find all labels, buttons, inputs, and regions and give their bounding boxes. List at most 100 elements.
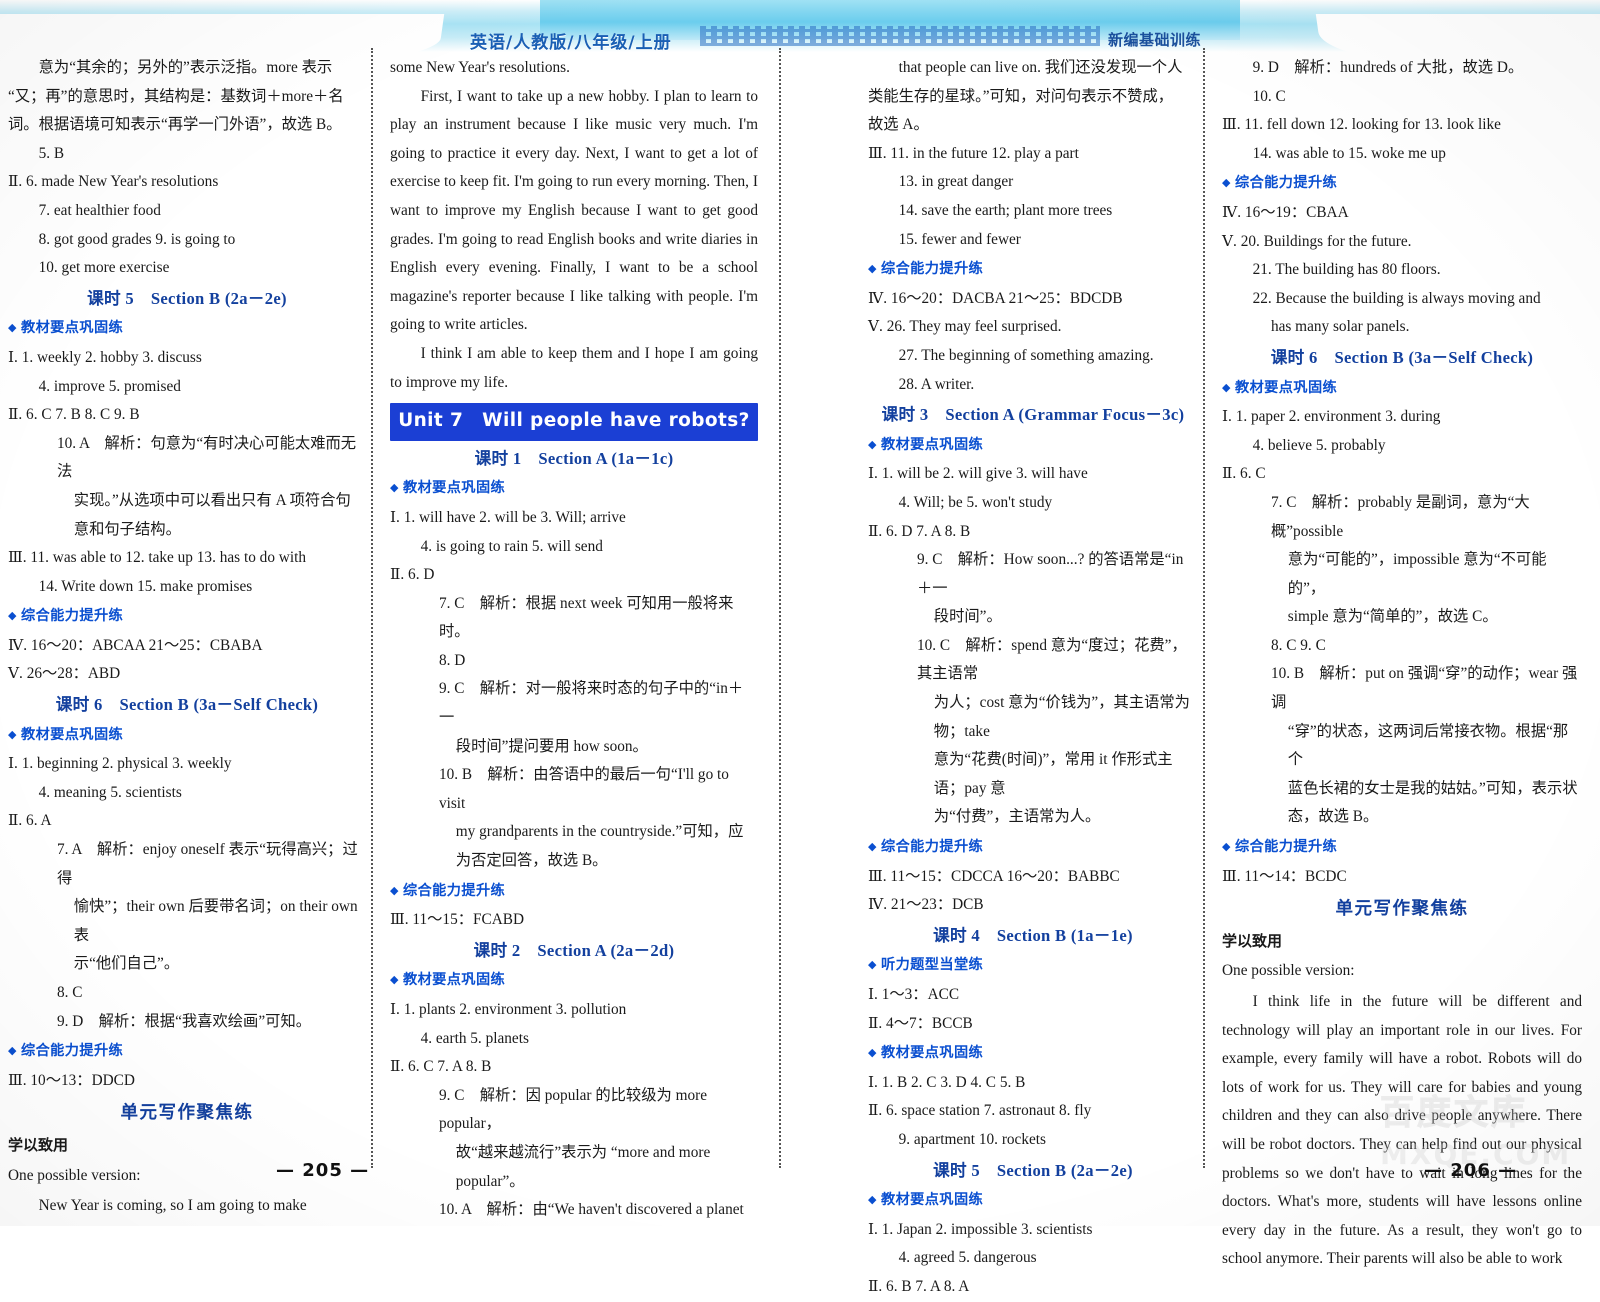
answer-line: Ⅲ. 11. in the future 12. play a part xyxy=(868,144,1079,162)
answer-line: 4. agreed 5. dangerous xyxy=(898,1249,1037,1267)
answer-line: Ⅳ. 16～19：CBAA xyxy=(1222,203,1349,221)
explanation-line: my grandparents in the countryside.”可知，应 xyxy=(455,823,744,841)
lesson-title-keshi-6: 课时 6 Section B (3a－Self Check) xyxy=(1270,347,1534,367)
answer-line: Ⅱ. 6. made New Year's resolutions xyxy=(8,173,219,191)
answer-column-4: 9. D 解析：hundreds of 大批，故选 D。 10. C Ⅲ. 11… xyxy=(1222,54,1582,1267)
explanation-line: popular”。 xyxy=(455,1172,525,1190)
explanation-line: “又；再”的意思时，其结构是：基数词＋more＋名 xyxy=(8,87,344,105)
column-separator-1 xyxy=(371,48,373,1168)
answer-line: Ⅰ. 1. will have 2. will be 3. Will; arri… xyxy=(390,508,626,526)
answer-line: Ⅱ. 4～7：BCCB xyxy=(868,1014,973,1032)
explanation-line: 9. D 解析：根据“我喜欢绘画”可知。 xyxy=(56,1012,312,1030)
answer-line: Ⅴ. 26. They may feel surprised. xyxy=(868,318,1062,336)
lesson-title-keshi-3: 课时 3 Section A (Grammar Focus－3c) xyxy=(881,405,1185,425)
answer-column-3: that people can live on. 我们还没发现一个人 类能生存的… xyxy=(868,54,1198,1295)
explanation-line: 为人；cost 意为“价钱为”，其主语常为物；take xyxy=(933,694,1190,740)
column-separator-3 xyxy=(1203,48,1205,1168)
explanation-line: 9. C 解析：因 popular 的比较级为 more popular， xyxy=(438,1086,708,1133)
section-heading-zonghe: 综合能力提升练 xyxy=(868,833,1198,862)
explanation-line: 蓝色长裙的女士是我的姑姑。”可知，表示状 xyxy=(1287,779,1578,797)
answer-line: has many solar panels. xyxy=(1270,318,1410,336)
unit-banner-unit7: Unit 7 Will people have robots? xyxy=(390,403,758,441)
explanation-line: 类能生存的星球。”可知，对问句表示不赞成， xyxy=(868,87,1174,105)
explanation-line: simple 意为“简单的”，故选 C。 xyxy=(1287,608,1498,626)
answer-line: Ⅰ. 1～3：ACC xyxy=(868,986,960,1003)
answer-line: 9. apartment 10. rockets xyxy=(898,1130,1046,1148)
explanation-line: 段时间”。 xyxy=(933,608,1002,626)
answer-line: 4. improve 5. promised xyxy=(38,377,181,395)
answer-line: Ⅰ. 1. plants 2. environment 3. pollution xyxy=(390,1001,627,1018)
writing-focus-title: 单元写作聚焦练 xyxy=(1335,899,1469,920)
answer-line: Ⅳ. 21～23：DCB xyxy=(868,896,984,914)
answer-line: Ⅱ. 6. space station 7. astronaut 8. fly xyxy=(868,1102,1092,1120)
column-separator-2 xyxy=(779,48,781,1168)
explanation-line: 10. B 解析：由答语中的最后一句“I'll go to visit xyxy=(438,766,729,812)
answer-line: Ⅳ. 16～20：ABCAA 21～25：CBABA xyxy=(8,636,263,654)
answer-line: 13. in great danger xyxy=(898,173,1014,191)
section-heading-jiaocai: 教材要点巩固练 xyxy=(8,314,366,343)
section-heading-jiaocai: 教材要点巩固练 xyxy=(1222,374,1582,403)
section-heading-zonghe: 综合能力提升练 xyxy=(8,602,366,631)
explanation-line: “穿”的状态，这两词后常接衣物。根据“那个 xyxy=(1287,722,1569,769)
answer-line: Ⅴ. 20. Buildings for the future. xyxy=(1222,232,1412,250)
header-white-swoosh-left xyxy=(0,14,445,52)
answer-line: 10. get more exercise xyxy=(38,259,170,277)
answer-line: Ⅲ. 10～13：DDCD xyxy=(8,1071,135,1089)
explanation-line: 词。根据语境可知表示“再学一门外语”，故选 B。 xyxy=(8,116,342,134)
answer-line: 7. eat healthier food xyxy=(38,201,161,219)
explanation-line: 10. A 解析：由“We haven't discovered a plane… xyxy=(438,1201,744,1219)
lesson-title-keshi-1: 课时 1 Section A (1a－1c) xyxy=(474,448,674,468)
answer-line: Ⅳ. 16～20：DACBA 21～25：BDCDB xyxy=(868,289,1123,307)
explanation-line: 为“付费”，主语常为人。 xyxy=(933,808,1101,826)
lesson-title-keshi-6: 课时 6 Section B (3a－Self Check) xyxy=(55,695,319,715)
answer-line: 8. C 9. C xyxy=(1270,636,1326,654)
answer-line: Ⅱ. 6. C xyxy=(1222,465,1266,483)
section-heading-jiaocai: 教材要点巩固练 xyxy=(390,474,758,503)
header-title: 英语/人教版/八年级/上册 xyxy=(470,33,672,52)
page-header: 英语/人教版/八年级/上册 新编基础训练 xyxy=(0,0,1600,52)
explanation-line: 10. A 解析：句意为“有时决心可能太难而无法 xyxy=(56,434,357,481)
explanation-line: 段时间”提问要用 how soon。 xyxy=(455,737,648,755)
answer-line: 5. B xyxy=(38,144,65,162)
essay-continuation-line: some New Year's resolutions. xyxy=(390,59,570,76)
section-heading-jiaocai: 教材要点巩固练 xyxy=(868,1039,1198,1068)
answer-line: Ⅱ. 6. D xyxy=(390,566,435,584)
answer-line: Ⅰ. 1. paper 2. environment 3. during xyxy=(1222,408,1441,426)
header-dot-pattern xyxy=(700,26,1100,46)
section-heading-tingli: 听力题型当堂练 xyxy=(868,951,1198,980)
answer-line: Ⅲ. 11. fell down 12. looking for 13. loo… xyxy=(1222,116,1501,134)
answer-column-2: some New Year's resolutions. First, I wa… xyxy=(390,54,758,1218)
answer-line: Ⅴ. 26～28：ABD xyxy=(8,665,121,683)
section-heading-jiaocai: 教材要点巩固练 xyxy=(8,721,366,750)
section-heading-jiaocai: 教材要点巩固练 xyxy=(868,1186,1198,1215)
explanation-line: 9. C 解析：对一般将来时态的句子中的“in＋一 xyxy=(438,680,744,727)
section-heading-zonghe: 综合能力提升练 xyxy=(868,255,1198,284)
section-heading-zonghe: 综合能力提升练 xyxy=(8,1037,366,1066)
answer-line: 4. believe 5. probably xyxy=(1252,436,1386,454)
answer-line: 10. C xyxy=(1252,87,1286,105)
explanation-line: 态，故选 B。 xyxy=(1287,808,1379,826)
answer-line: Ⅰ. 1. weekly 2. hobby 3. discuss xyxy=(8,348,202,366)
answer-line: 14. was able to 15. woke me up xyxy=(1252,144,1446,162)
explanation-line: 意和句子结构。 xyxy=(73,520,181,538)
answer-line: 4. is going to rain 5. will send xyxy=(420,537,603,555)
answer-line: Ⅱ. 6. B 7. A 8. A xyxy=(868,1277,970,1295)
answer-line: Ⅱ. 6. C 7. B 8. C 9. B xyxy=(8,406,140,424)
answer-line: 8. C xyxy=(56,984,83,1001)
answer-line: Ⅲ. 11～15：CDCCA 16～20：BABBC xyxy=(868,867,1120,885)
answer-line: 8. D xyxy=(438,651,466,669)
answer-line: Ⅲ. 11. was able to 12. take up 13. has t… xyxy=(8,549,306,567)
header-brand: 新编基础训练 xyxy=(1108,31,1202,49)
answer-line: Ⅲ. 11～15：FCABD xyxy=(390,911,525,929)
explanation-line: 9. D 解析：hundreds of 大批，故选 D。 xyxy=(1252,59,1524,76)
explanation-line: that people can live on. 我们还没发现一个人 xyxy=(898,59,1183,76)
answer-line: 15. fewer and fewer xyxy=(898,230,1021,248)
explanation-line: 意为“花费(时间)”，常用 it 作形式主语；pay 意 xyxy=(933,751,1173,797)
answer-line: Ⅰ. 1. beginning 2. physical 3. weekly xyxy=(8,755,232,773)
explanation-line: 7. C 解析：probably 是副词，意为“大概”possible xyxy=(1270,493,1530,540)
answer-line: Ⅱ. 6. D 7. A 8. B xyxy=(868,522,971,540)
section-heading-jiaocai: 教材要点巩固练 xyxy=(868,431,1198,460)
answer-column-1: 意为“其余的；另外的”表示泛指。more 表示 “又；再”的意思时，其结构是：基… xyxy=(8,54,366,1214)
answer-line: 8. got good grades 9. is going to xyxy=(38,230,236,248)
answer-line: Ⅰ. 1. Japan 2. impossible 3. scientists xyxy=(868,1220,1093,1238)
